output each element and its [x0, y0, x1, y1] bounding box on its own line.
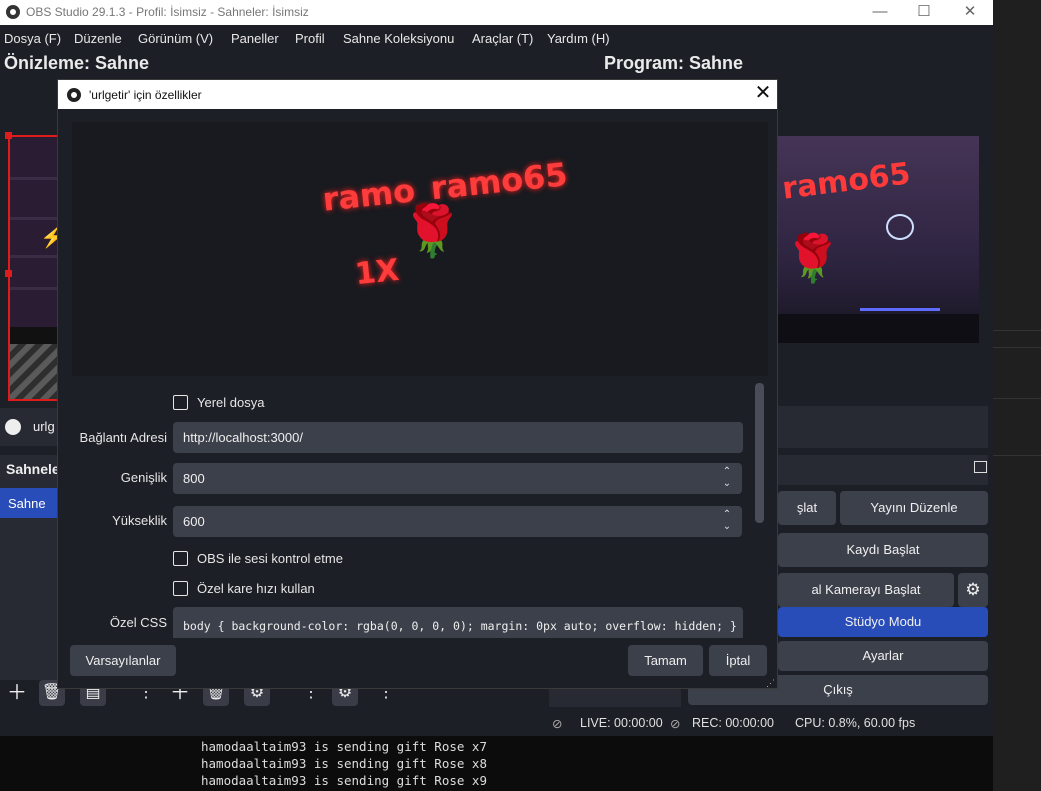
scene-item-selected[interactable]: Sahne — [0, 488, 57, 518]
spin-arrows-icon[interactable]: ⌃ ⌄ — [720, 509, 734, 534]
url-input[interactable]: http://localhost:3000/ — [173, 422, 743, 453]
minimize-button[interactable]: — — [857, 0, 903, 25]
title-bar: OBS Studio 29.1.3 - Profil: İsimsiz - Sa… — [0, 0, 993, 25]
transition-panel — [549, 689, 681, 707]
resize-handle[interactable] — [5, 132, 12, 139]
dialog-close-button[interactable]: ✕ — [752, 83, 774, 105]
stream-status-icon: ⊘ — [552, 717, 563, 731]
cancel-button[interactable]: İptal — [709, 645, 767, 676]
terminal-line: hamodaaltaim93 is sending gift Rose x7 — [201, 739, 487, 754]
menu-edit[interactable]: Düzenle — [74, 31, 122, 46]
width-label: Genişlik — [120, 470, 167, 485]
url-label: Bağlantı Adresi — [79, 430, 167, 445]
alien-neon-icon — [886, 214, 914, 240]
custom-fps-checkbox[interactable] — [173, 581, 188, 596]
start-virtual-camera-button[interactable]: al Kamerayı Başlat — [778, 573, 954, 607]
css-label: Özel CSS — [109, 615, 167, 630]
transparent-area-pattern — [10, 344, 58, 399]
ok-button[interactable]: Tamam — [628, 645, 703, 676]
controls-header — [778, 455, 988, 485]
cpu-status: CPU: 0.8%, 60.00 fps — [795, 716, 916, 730]
rose-icon: 🌹 — [784, 232, 842, 284]
source-item[interactable]: urlg — [33, 419, 55, 434]
css-textarea[interactable]: body { background-color: rgba(0, 0, 0, 0… — [173, 607, 743, 638]
menu-file[interactable]: Dosya (F) — [4, 31, 61, 46]
dialog-title: 'urlgetir' için özellikler — [89, 88, 202, 102]
settings-button[interactable]: Ayarlar — [778, 641, 988, 671]
desktop: hamodaaltaim93 is sending gift Rose x7 h… — [0, 0, 1041, 791]
source-preview: ramo_ramo65 🌹 1X — [72, 122, 768, 376]
studio-mode-button[interactable]: Stüdyo Modu — [778, 607, 988, 637]
height-value: 600 — [183, 514, 205, 529]
sources-bar: urlg — [0, 408, 57, 446]
custom-fps-label: Özel kare hızı kullan — [197, 581, 315, 596]
menu-scene-collection[interactable]: Sahne Koleksiyonu — [343, 31, 454, 46]
preview-title: Önizleme: Sahne — [4, 53, 150, 73]
start-stream-button[interactable]: şlat — [778, 491, 836, 525]
maximize-button[interactable]: ☐ — [901, 0, 947, 25]
record-status-icon: ⊘ — [670, 717, 681, 731]
spin-arrows-icon[interactable]: ⌃ ⌄ — [720, 466, 734, 491]
close-window-button[interactable]: ✕ — [947, 0, 993, 25]
browser-source-icon — [5, 419, 21, 435]
window-title: OBS Studio 29.1.3 - Profil: İsimsiz - Sa… — [26, 5, 309, 19]
width-spinbox[interactable]: 800 ⌃ ⌄ — [173, 463, 742, 494]
obs-logo-icon — [6, 5, 20, 19]
start-recording-button[interactable]: Kaydı Başlat — [778, 533, 988, 567]
rose-icon: 🌹 — [401, 203, 464, 259]
obs-logo-icon — [67, 88, 81, 102]
record-status: REC: 00:00:00 — [692, 716, 774, 730]
source-toolbar — [778, 406, 988, 448]
program-title: Program: Sahne — [604, 53, 744, 73]
menu-help[interactable]: Yardım (H) — [547, 31, 610, 46]
terminal-line: hamodaaltaim93 is sending gift Rose x8 — [201, 756, 487, 771]
scene-item-label: Sahne — [8, 496, 46, 511]
terminal-side-panel — [993, 0, 1041, 791]
menu-profile[interactable]: Profil — [295, 31, 325, 46]
preview-source-frame[interactable]: ⚡ — [8, 135, 60, 401]
defaults-button[interactable]: Varsayılanlar — [70, 645, 176, 676]
height-spinbox[interactable]: 600 ⌃ ⌄ — [173, 506, 742, 537]
add-icon[interactable]: ＋ — [4, 680, 30, 706]
height-label: Yükseklik — [112, 513, 167, 528]
resize-handle[interactable] — [5, 270, 12, 277]
menu-bar: Dosya (F) Düzenle Görünüm (V) Paneller P… — [0, 26, 993, 50]
audio-control-checkbox[interactable] — [173, 551, 188, 566]
gear-icon[interactable]: ⚙ — [958, 573, 988, 607]
menu-docks[interactable]: Paneller — [231, 31, 279, 46]
terminal-line: hamodaaltaim93 is sending gift Rose x9 — [201, 773, 487, 788]
resize-grip-icon[interactable]: ⋰ — [766, 678, 775, 689]
scenes-panel: Sahneler Sahne — [0, 455, 65, 680]
program-canvas: ramo65 🌹 — [778, 136, 979, 343]
local-file-label: Yerel dosya — [197, 395, 265, 410]
width-value: 800 — [183, 471, 205, 486]
local-file-checkbox[interactable] — [173, 395, 188, 410]
menu-view[interactable]: Görünüm (V) — [138, 31, 213, 46]
edit-stream-button[interactable]: Yayını Düzenle — [840, 491, 988, 525]
live-status: LIVE: 00:00:00 — [580, 716, 663, 730]
properties-dialog: 'urlgetir' için özellikler ✕ ramo_ramo65… — [57, 79, 778, 689]
dock-undock-icon[interactable] — [974, 461, 987, 473]
dialog-scrollbar[interactable] — [755, 383, 764, 523]
properties-form: Yerel dosya Bağlantı Adresi http://local… — [70, 376, 768, 638]
preview-overlay-multiplier: 1X — [353, 252, 401, 293]
menu-tools[interactable]: Araçlar (T) — [472, 31, 533, 46]
dialog-title-bar: 'urlgetir' için özellikler ✕ — [58, 80, 777, 109]
audio-control-label: OBS ile sesi kontrol etme — [197, 551, 343, 566]
